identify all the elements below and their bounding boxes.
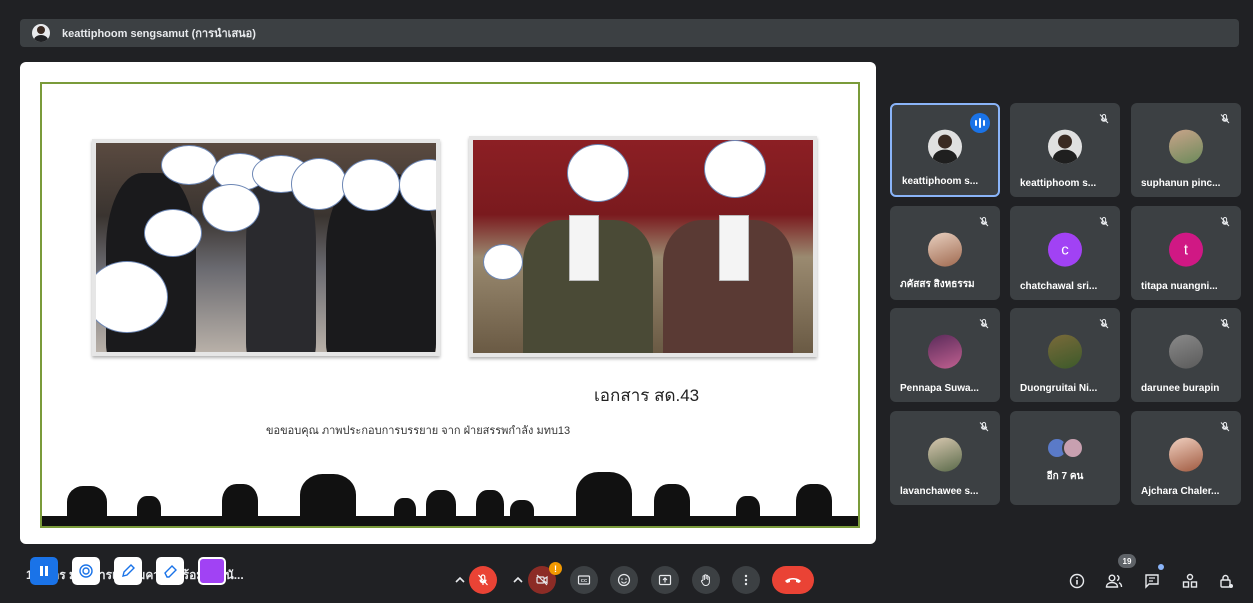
avatar: [928, 334, 962, 369]
participant-tile[interactable]: darunee burapin: [1131, 308, 1241, 402]
mic-off-icon: [1220, 113, 1230, 124]
laser-pointer-button[interactable]: [72, 557, 100, 585]
raise-hand-button[interactable]: [692, 566, 720, 594]
people-icon: [1105, 574, 1123, 588]
participant-tile[interactable]: ภคัสสร สิงหธรรม: [890, 206, 1000, 300]
participant-tile[interactable]: t titapa nuangni...: [1131, 206, 1241, 300]
chat-icon: [1145, 574, 1159, 589]
participant-name: keattiphoom s...: [1020, 178, 1097, 189]
mic-off-icon: [979, 318, 989, 329]
avatar: [1048, 129, 1082, 164]
pen-button[interactable]: [114, 557, 142, 585]
activities-icon: [1182, 573, 1198, 588]
participant-name: keattiphoom s...: [902, 176, 979, 187]
shared-screen: เอกสาร สด.43 ขอขอบคุณ ภาพประกอบการบรรยาย…: [20, 62, 876, 544]
svg-text:CC: CC: [581, 578, 588, 583]
participant-name: Ajchara Chaler...: [1141, 486, 1220, 497]
host-controls-icon: [1220, 574, 1233, 588]
participant-name: ภคัสสร สิงหธรรม: [900, 279, 975, 290]
people-button[interactable]: [1103, 570, 1125, 592]
participant-tile[interactable]: keattiphoom s...: [890, 103, 1000, 197]
mic-off-icon: [1220, 216, 1230, 227]
chat-notification-dot: [1158, 564, 1164, 570]
more-options-icon: [744, 574, 748, 586]
camera-warning-badge: !: [549, 562, 562, 575]
end-call-button[interactable]: [772, 566, 814, 594]
presenter-bar: keattiphoom sengsamut (การนำเสนอ): [20, 19, 1239, 47]
mic-off-icon: [979, 421, 989, 432]
presenter-name: keattiphoom sengsamut (การนำเสนอ): [62, 28, 256, 40]
others-tile[interactable]: อีก 7 คน: [1010, 411, 1120, 505]
avatar: [928, 129, 962, 164]
avatar-initial: c: [1048, 232, 1082, 267]
bottom-control-bar: 1 ้ ม ักร ม ): การเตรียมความพร้อมของนั..…: [0, 552, 1253, 603]
participant-name: Duongruitai Ni...: [1020, 383, 1098, 394]
pause-icon: [40, 566, 48, 576]
avatar: [928, 232, 962, 267]
speaking-icon: [970, 113, 990, 133]
others-avatars: [1046, 437, 1086, 459]
color-swatch[interactable]: [198, 557, 226, 585]
pen-icon: [122, 564, 135, 577]
chevron-up-icon[interactable]: [452, 572, 468, 588]
eraser-icon: [164, 565, 177, 578]
microphone-button[interactable]: [469, 566, 497, 594]
participant-name: darunee burapin: [1141, 383, 1220, 394]
meeting-info-button[interactable]: [1066, 570, 1088, 592]
mic-off-icon: [1099, 318, 1109, 329]
captions-button[interactable]: CC: [570, 566, 598, 594]
avatar: [1169, 437, 1203, 472]
mic-off-icon: [979, 216, 989, 227]
slide-document-title: เอกสาร สด.43: [594, 386, 700, 405]
participant-count-badge: 19: [1118, 554, 1136, 568]
mic-off-icon: [1099, 113, 1109, 124]
eraser-button[interactable]: [156, 557, 184, 585]
mic-off-icon: [1220, 318, 1230, 329]
mic-off-icon: [478, 574, 488, 586]
participant-name: chatchawal sri...: [1020, 281, 1098, 292]
host-controls-button[interactable]: [1215, 570, 1237, 592]
chevron-up-icon[interactable]: [510, 572, 526, 588]
participant-name: Pennapa Suwa...: [900, 383, 979, 394]
end-call-icon: [785, 578, 801, 583]
others-count-label: อีก 7 คน: [1046, 471, 1084, 482]
presenter-avatar: [32, 24, 50, 42]
present-icon: [658, 574, 672, 586]
annotation-toolbar: [30, 556, 226, 586]
participant-name: titapa nuangni...: [1141, 281, 1218, 292]
more-options-button[interactable]: [732, 566, 760, 594]
participant-tile[interactable]: lavanchawee s...: [890, 411, 1000, 505]
info-icon: [1069, 573, 1085, 589]
avatar: [1048, 334, 1082, 369]
avatar-initial: t: [1169, 232, 1203, 267]
pause-annotation-button[interactable]: [30, 557, 58, 585]
emoji-icon: [617, 573, 631, 587]
slide-photo-right: [469, 136, 817, 357]
captions-icon: CC: [577, 575, 591, 585]
avatar: [928, 437, 962, 472]
mic-off-icon: [1099, 216, 1109, 227]
camera-off-icon: [536, 574, 548, 586]
mic-off-icon: [1220, 421, 1230, 432]
presentation-slide: เอกสาร สด.43 ขอขอบคุณ ภาพประกอบการบรรยาย…: [40, 82, 860, 528]
chat-button[interactable]: [1141, 570, 1163, 592]
laser-pointer-icon: [79, 564, 93, 578]
avatar: [1169, 334, 1203, 369]
avatar: [1169, 129, 1203, 164]
participant-tile[interactable]: Ajchara Chaler...: [1131, 411, 1241, 505]
participant-tile[interactable]: Duongruitai Ni...: [1010, 308, 1120, 402]
participant-tile[interactable]: suphanun pinc...: [1131, 103, 1241, 197]
participant-tile[interactable]: keattiphoom s...: [1010, 103, 1120, 197]
emoji-button[interactable]: [610, 566, 638, 594]
participant-tile[interactable]: c chatchawal sri...: [1010, 206, 1120, 300]
activities-button[interactable]: [1179, 570, 1201, 592]
present-button[interactable]: [651, 566, 679, 594]
slide-credit-text: ขอขอบคุณ ภาพประกอบการบรรยาย จาก ฝ่ายสรรพ…: [266, 425, 571, 437]
participant-tile[interactable]: Pennapa Suwa...: [890, 308, 1000, 402]
participant-name: lavanchawee s...: [900, 486, 979, 497]
raise-hand-icon: [700, 574, 710, 586]
slide-photo-left: [92, 139, 440, 356]
participant-name: suphanun pinc...: [1141, 178, 1221, 189]
